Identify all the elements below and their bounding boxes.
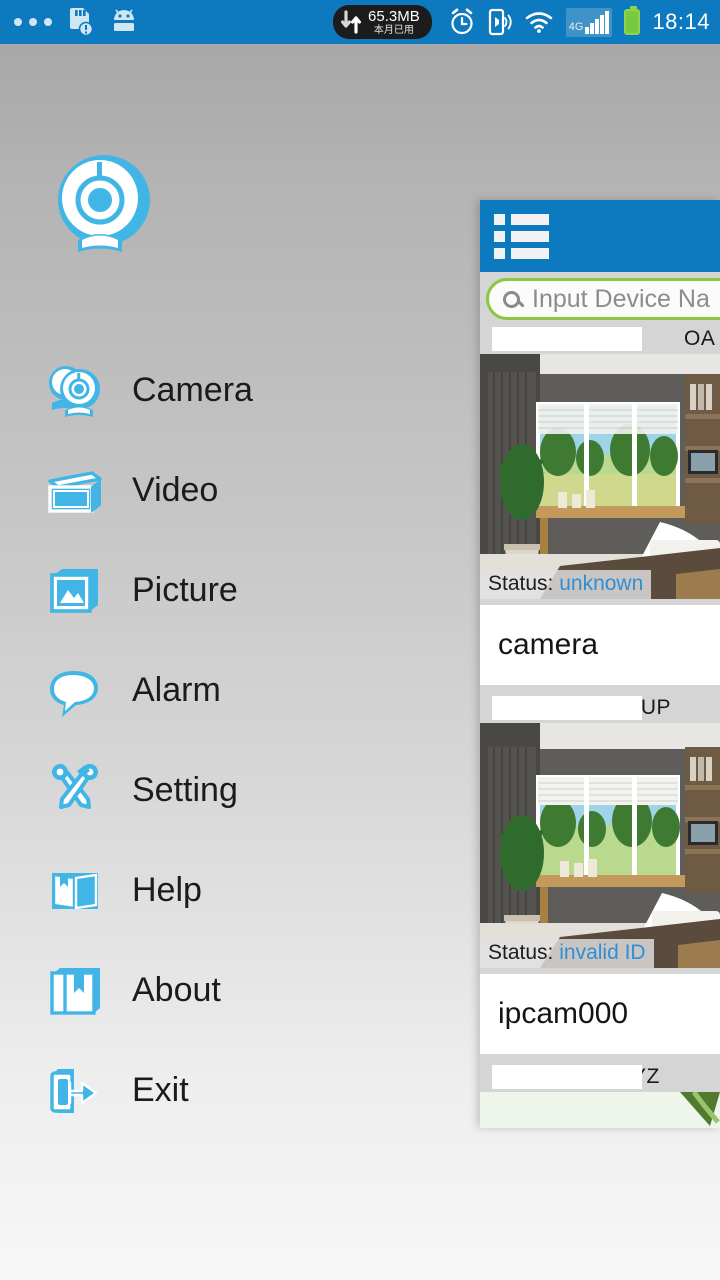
menu-label: Video	[132, 470, 219, 509]
closed-book-icon	[44, 959, 106, 1021]
data-usage-badge: 65.3MB 本月已用	[333, 5, 432, 39]
status-label: Status:	[488, 572, 554, 595]
device-id: OA	[684, 327, 716, 350]
tools-icon	[44, 759, 106, 821]
panel-header	[480, 200, 720, 272]
sdcard-warning-icon	[70, 8, 94, 37]
device-list-panel: Input Device Na OA Status: unknown camer…	[480, 200, 720, 1128]
status-badge: Status: invalid ID	[480, 939, 654, 968]
device-name[interactable]: ipcam000	[480, 974, 720, 1054]
device-thumbnail[interactable]	[480, 1092, 720, 1128]
menu-item-picture[interactable]: Picture	[44, 540, 464, 640]
status-value: invalid ID	[559, 941, 646, 964]
list-menu-icon[interactable]	[494, 213, 549, 259]
redaction-overlay	[492, 1065, 642, 1089]
menu-item-help[interactable]: Help	[44, 840, 464, 940]
redaction-overlay	[492, 327, 642, 351]
data-transfer-arrows-icon	[341, 10, 363, 34]
signal-4g-icon: 4G	[565, 7, 613, 37]
exit-arrow-icon	[44, 1059, 106, 1121]
speech-bubble-icon	[44, 659, 106, 721]
menu-label: Alarm	[132, 670, 221, 709]
menu-item-about[interactable]: About	[44, 940, 464, 1040]
open-book-icon	[44, 859, 106, 921]
device-name[interactable]: camera	[480, 605, 720, 685]
menu-label: Help	[132, 870, 202, 909]
phone-vibrate-icon	[488, 8, 512, 36]
list-item[interactable]: OA Status: unknown camera	[480, 324, 720, 685]
menu-label: Camera	[132, 370, 253, 409]
menu-item-exit[interactable]: Exit	[44, 1040, 464, 1140]
video-clapper-icon	[44, 459, 106, 521]
menu-label: About	[132, 970, 221, 1009]
device-thumbnail[interactable]: Status: invalid ID	[480, 723, 720, 968]
wifi-icon	[525, 12, 553, 33]
redaction-overlay	[492, 696, 642, 720]
menu-item-setting[interactable]: Setting	[44, 740, 464, 840]
network-type-label: 4G	[568, 20, 584, 33]
list-item[interactable]: GUP Status: invalid ID ipcam000	[480, 693, 720, 1054]
device-thumbnail[interactable]: Status: unknown	[480, 354, 720, 599]
menu-label: Setting	[132, 770, 238, 809]
data-usage-note: 本月已用	[373, 24, 414, 36]
list-item[interactable]: YZ	[480, 1062, 720, 1128]
status-bar-left-icons	[14, 7, 138, 37]
status-bar-right-icons: 65.3MB 本月已用 4G 18:14	[333, 5, 710, 39]
status-value: unknown	[559, 572, 644, 595]
android-robot-icon	[114, 9, 134, 31]
cameras-icon	[44, 359, 106, 421]
search-placeholder: Input Device Na	[532, 284, 710, 313]
app-root: 65.3MB 本月已用 4G 18:14 Camera Video Pictur…	[0, 0, 720, 1280]
menu-label: Picture	[132, 570, 238, 609]
menu-item-video[interactable]: Video	[44, 440, 464, 540]
drawer-menu: Camera Video Picture Alarm Setting Help …	[44, 340, 464, 1140]
alarm-clock-icon	[451, 8, 473, 35]
search-icon	[503, 290, 520, 308]
search-input[interactable]: Input Device Na	[486, 278, 720, 320]
status-bar: 65.3MB 本月已用 4G 18:14	[0, 0, 720, 44]
battery-icon	[624, 6, 641, 35]
device-id-row: YZ	[480, 1062, 720, 1092]
picture-icon	[44, 559, 106, 621]
device-id-row: OA	[480, 324, 720, 354]
search-area: Input Device Na	[480, 272, 720, 324]
clock: 18:14	[652, 9, 710, 34]
status-badge: Status: unknown	[480, 570, 652, 599]
menu-item-alarm[interactable]: Alarm	[44, 640, 464, 740]
list-divider	[480, 1054, 720, 1062]
menu-item-camera[interactable]: Camera	[44, 340, 464, 440]
data-usage-amount: 65.3MB	[368, 7, 420, 25]
menu-label: Exit	[132, 1070, 189, 1109]
device-id-row: GUP	[480, 693, 720, 723]
device-list: OA Status: unknown camera GUP Status: in…	[480, 324, 720, 1128]
more-dots-icon	[14, 18, 52, 26]
status-label: Status:	[488, 941, 554, 964]
list-divider	[480, 685, 720, 693]
webcam-logo	[44, 148, 164, 268]
